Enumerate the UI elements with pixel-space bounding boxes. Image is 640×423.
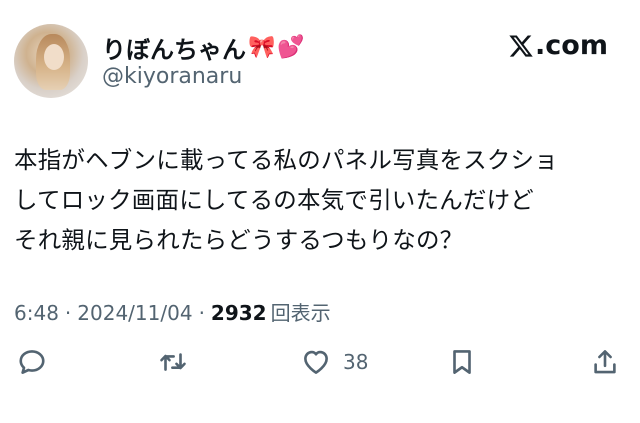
ribbon-emoji: 🎀: [248, 34, 276, 60]
retweet-icon: [160, 353, 186, 371]
share-button[interactable]: [590, 347, 620, 377]
tweet-time[interactable]: 6:48: [14, 301, 59, 325]
views-label: 回表示: [270, 301, 331, 325]
tweet-line: それ親に見られたらどうするつもりなの？: [14, 226, 464, 254]
bookmark-icon: [453, 350, 471, 374]
avatar-face: [44, 44, 64, 70]
reply-icon: [19, 350, 45, 374]
heart-icon: [304, 350, 328, 374]
share-icon: [594, 350, 616, 374]
retweet-button[interactable]: [158, 347, 188, 377]
x-com-logo: .com: [508, 30, 608, 61]
user-handle[interactable]: @kiyoranaru: [102, 64, 242, 89]
tweet-meta: 6:48 · 2024/11/04 · 2932 回表示: [14, 297, 331, 326]
display-name-text: りぼんちゃん: [102, 36, 246, 64]
like-count: 38: [343, 350, 369, 374]
x-logo-icon: [509, 34, 533, 57]
action-bar: 38: [0, 347, 640, 387]
display-name[interactable]: りぼんちゃん 🎀 💕: [102, 30, 305, 65]
meta-separator: ·: [198, 301, 205, 325]
hearts-emoji: 💕: [277, 34, 305, 60]
bookmark-button[interactable]: [447, 347, 477, 377]
tweet-line: してロック画面にしてるの本気で引いたんだけど: [14, 186, 534, 214]
tweet-date[interactable]: 2024/11/04: [77, 301, 192, 325]
reply-button[interactable]: [17, 347, 47, 377]
tweet-line: 本指がヘブンに載ってる私のパネル写真をスクショ: [14, 146, 558, 174]
views-count: 2932: [210, 301, 267, 325]
tweet-text: 本指がヘブンに載ってる私のパネル写真をスクショ してロック画面にしてるの本気で引…: [14, 140, 630, 260]
like-button[interactable]: 38: [301, 347, 368, 377]
meta-separator: ·: [64, 301, 72, 325]
avatar[interactable]: [14, 24, 88, 98]
logo-text: .com: [535, 30, 608, 61]
